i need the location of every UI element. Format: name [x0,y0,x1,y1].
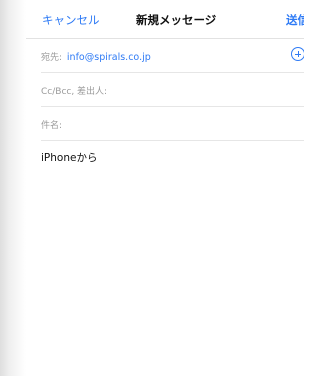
subject-label: 件名: [41,121,63,131]
sheet-shadow [0,0,26,376]
page-title: 新規メッセージ [136,13,217,27]
to-label: 宛先: [41,53,63,63]
to-field-content: 宛先: info@spirals.co.jp [41,50,151,63]
navigation-bar: キャンセル 新規メッセージ 送信 [26,0,304,39]
plus-circle-icon[interactable] [291,47,304,61]
subject-field[interactable]: 件名: [41,107,304,141]
message-body[interactable]: iPhoneから [41,150,301,350]
to-field[interactable]: 宛先: info@spirals.co.jp [41,39,304,73]
to-recipient[interactable]: info@spirals.co.jp [67,52,151,63]
mail-compose-screen: キャンセル 新規メッセージ 送信 宛先: info@spirals.co.jp … [0,0,304,376]
cc-bcc-label: Cc/Bcc, 差出人: [41,87,108,97]
compose-sheet: キャンセル 新規メッセージ 送信 宛先: info@spirals.co.jp … [26,0,304,376]
signature-text: iPhoneから [41,152,98,164]
send-button[interactable]: 送信 [286,12,304,28]
cc-bcc-field[interactable]: Cc/Bcc, 差出人: [41,73,304,107]
cancel-button[interactable]: キャンセル [42,12,100,28]
